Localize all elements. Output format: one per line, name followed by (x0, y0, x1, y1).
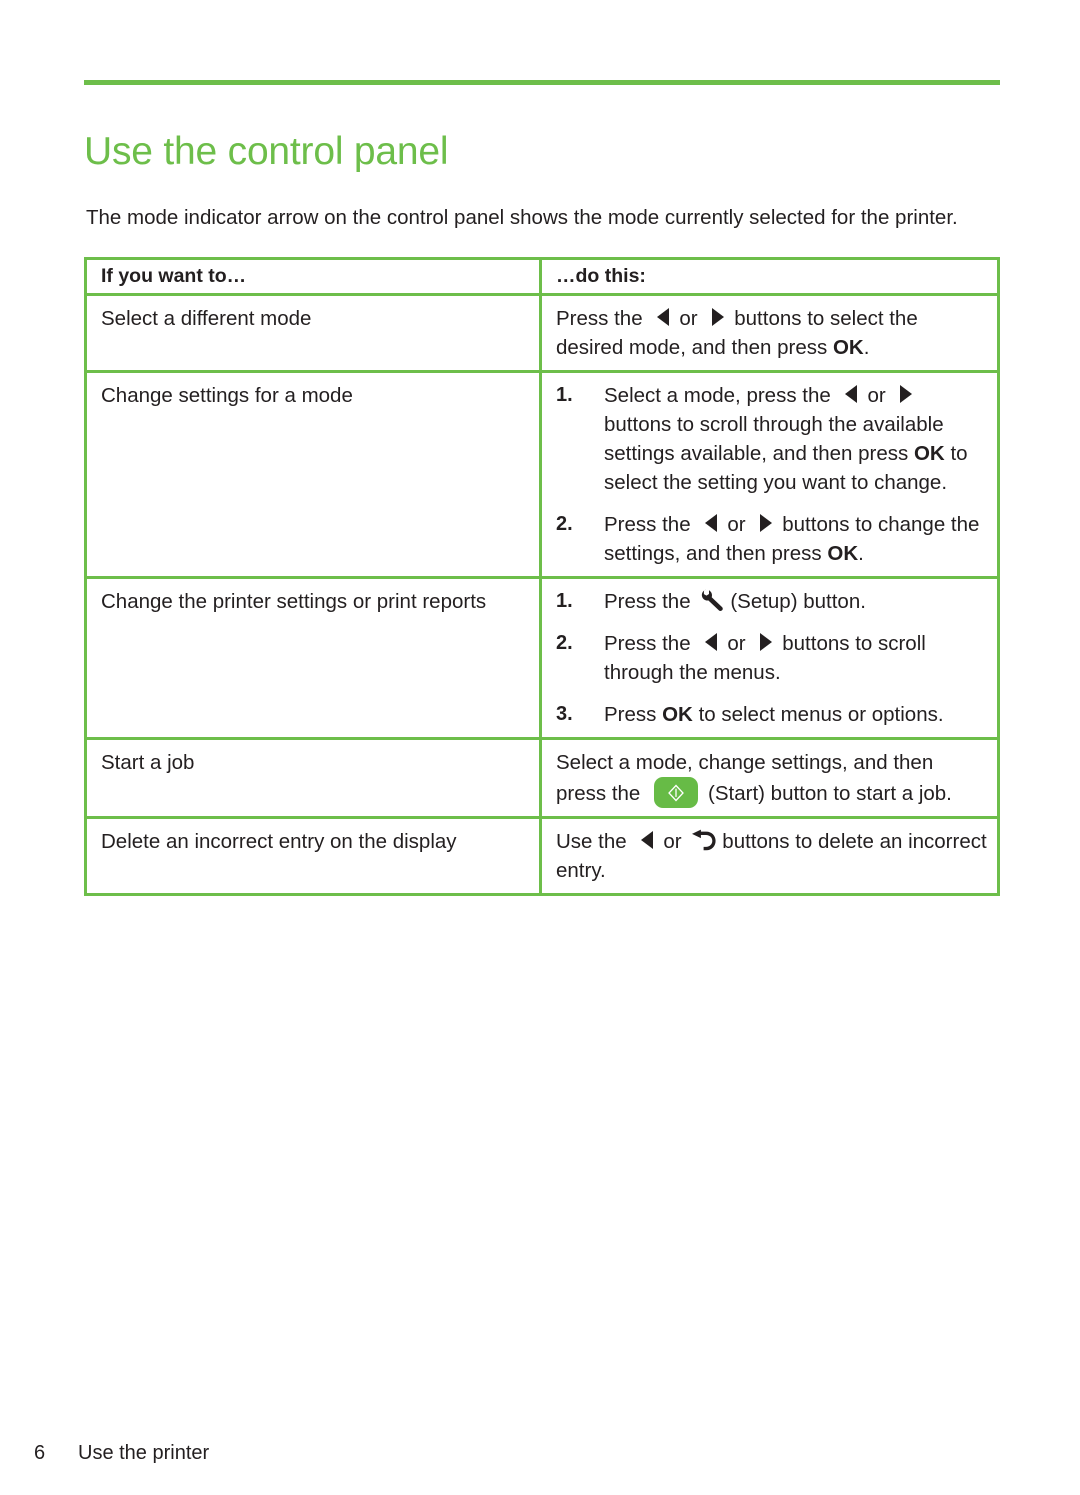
wrench-setup-icon (700, 588, 726, 612)
emphasis-text: OK (913, 442, 945, 465)
start-button-icon[interactable] (654, 777, 699, 808)
right-arrow-icon (755, 512, 777, 534)
step-text: Press the (Setup) button. (604, 588, 866, 613)
step-number: 2. (556, 632, 573, 654)
task-label: Select a different mode (101, 307, 312, 330)
table-body: Select a different mode Press the or butt… (87, 296, 997, 893)
instruction-step: 1. Press the (Setup) button. (556, 587, 987, 616)
table-header-cell-left: If you want to… (87, 260, 542, 293)
instruction-paragraph: Press the or buttons to select the desir… (556, 306, 918, 359)
table-cell-instructions: Press the or buttons to select the desir… (542, 296, 997, 370)
step-text: Press the or buttons to change the setti… (604, 512, 980, 565)
step-text: Select a mode, press the or buttons to s… (604, 383, 968, 494)
table-cell-task: Select a different mode (87, 296, 542, 370)
column-header-do-this: …do this: (556, 265, 646, 287)
step-text: Press OK to select menus or options. (604, 703, 944, 726)
table-cell-instructions: 1. Press the (Setup) button. 2. Press the o… (542, 579, 997, 737)
instruction-paragraph: Use the or buttons to delete an incorrec… (556, 829, 987, 882)
task-label: Start a job (101, 751, 195, 774)
step-number: 2. (556, 513, 573, 535)
emphasis-text: OK (832, 336, 864, 359)
table-cell-instructions: Use the or buttons to delete an incorrec… (542, 819, 997, 893)
table-cell-task: Delete an incorrect entry on the display (87, 819, 542, 893)
back-arrow-icon (691, 829, 717, 852)
instruction-step: 2. Press the or buttons to scroll through… (556, 629, 987, 687)
table-cell-instructions: Select a mode, change settings, and then… (542, 740, 997, 816)
table-cell-task: Change settings for a mode (87, 373, 542, 576)
table-cell-task: Change the printer settings or print rep… (87, 579, 542, 737)
page-footer: 6 Use the printer (34, 1440, 209, 1466)
table-header-row: If you want to… …do this: (87, 260, 997, 296)
document-page: Use the control panel The mode indicator… (0, 0, 1080, 1495)
right-arrow-icon (895, 383, 917, 405)
left-arrow-icon (840, 383, 862, 405)
table-row: Start a job Select a mode, change setting… (87, 740, 997, 819)
table-row: Select a different mode Press the or butt… (87, 296, 997, 373)
step-text: Press the or buttons to scroll through t… (604, 631, 926, 684)
task-label: Change the printer settings or print rep… (101, 590, 487, 613)
instruction-step: 1. Select a mode, press the or buttons to… (556, 381, 987, 497)
page-title: Use the control panel (84, 130, 449, 174)
table-row: Change the printer settings or print rep… (87, 579, 997, 740)
left-arrow-icon (652, 306, 674, 328)
instruction-step-list: 1. Select a mode, press the or buttons to… (556, 381, 987, 568)
instruction-paragraph: Select a mode, change settings, and then… (556, 748, 987, 808)
emphasis-text: OK (662, 703, 693, 726)
task-label: Change settings for a mode (101, 384, 353, 407)
column-header-if-you-want-to: If you want to… (101, 265, 247, 287)
control-panel-actions-table: If you want to… …do this: Select a diffe… (84, 257, 1000, 896)
table-header-cell-right: …do this: (542, 260, 997, 293)
right-arrow-icon (755, 631, 777, 653)
left-arrow-icon (700, 512, 722, 534)
table-cell-instructions: 1. Select a mode, press the or buttons to… (542, 373, 997, 576)
instruction-step: 2. Press the or buttons to change the set… (556, 510, 987, 568)
intro-paragraph: The mode indicator arrow on the control … (86, 205, 958, 229)
footer-section-label: Use the printer (78, 1442, 210, 1464)
right-arrow-icon (707, 306, 729, 328)
step-number: 3. (556, 703, 573, 725)
task-label: Delete an incorrect entry on the display (101, 830, 457, 853)
header-rule (84, 80, 1000, 85)
table-row: Delete an incorrect entry on the display… (87, 819, 997, 893)
left-arrow-icon (700, 631, 722, 653)
instruction-step: 3. Press OK to select menus or options. (556, 700, 987, 729)
footer-page-number: 6 (34, 1442, 46, 1464)
emphasis-text: OK (827, 542, 859, 565)
instruction-step-list: 1. Press the (Setup) button. 2. Press the o… (556, 587, 987, 729)
step-number: 1. (556, 590, 573, 612)
table-cell-task: Start a job (87, 740, 542, 816)
step-number: 1. (556, 384, 573, 406)
table-row: Change settings for a mode 1. Select a mod… (87, 373, 997, 579)
left-arrow-icon (636, 829, 658, 851)
